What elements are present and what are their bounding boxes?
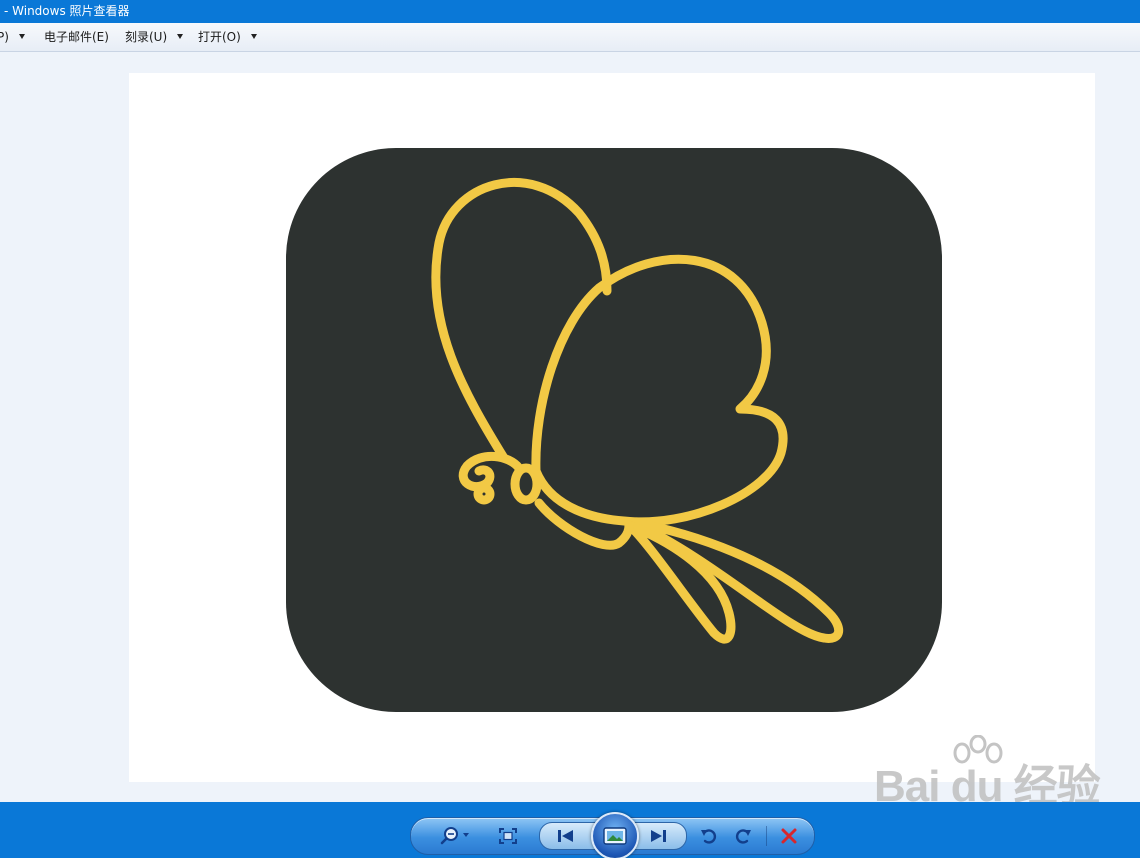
- menu-burn[interactable]: 刻录(U): [125, 23, 184, 51]
- rotate-left-icon: [701, 829, 717, 844]
- menu-email[interactable]: 电子邮件(E): [44, 23, 109, 51]
- previous-button[interactable]: [552, 826, 580, 846]
- displayed-photo: [129, 73, 1095, 782]
- actual-size-button[interactable]: [495, 825, 521, 847]
- menu-print[interactable]: P): [0, 23, 25, 51]
- magnifier-icon: [440, 827, 469, 845]
- chevron-down-icon: [18, 34, 25, 39]
- window-titlebar: - Windows 照片查看器: [0, 0, 1140, 23]
- control-separator: [766, 826, 767, 846]
- chevron-down-icon: [463, 833, 469, 837]
- menu-email-label: 电子邮件(E): [44, 30, 109, 44]
- previous-icon: [558, 830, 573, 842]
- menu-print-label: P): [0, 30, 9, 44]
- next-icon: [651, 830, 666, 842]
- rotate-counterclockwise-button[interactable]: [697, 825, 721, 847]
- slideshow-icon: [603, 827, 627, 845]
- menu-bar: P) 电子邮件(E) 刻录(U) 打开(O): [0, 23, 1140, 52]
- window-title: - Windows 照片查看器: [4, 4, 130, 18]
- zoom-button[interactable]: [436, 824, 476, 848]
- icon-background: [286, 148, 942, 712]
- delete-button[interactable]: [777, 825, 801, 847]
- rotate-right-icon: [735, 829, 751, 844]
- actual-size-icon: [499, 828, 517, 844]
- chevron-down-icon: [177, 34, 184, 39]
- next-button[interactable]: [644, 826, 672, 846]
- rotate-clockwise-button[interactable]: [731, 825, 755, 847]
- menu-open[interactable]: 打开(O): [198, 23, 257, 51]
- menu-open-label: 打开(O): [198, 30, 241, 44]
- chevron-down-icon: [250, 34, 257, 39]
- control-pill: [410, 812, 815, 858]
- menu-burn-label: 刻录(U): [125, 30, 168, 44]
- image-viewer-area[interactable]: [0, 52, 1140, 802]
- butterfly-app-icon: [286, 148, 942, 712]
- delete-icon: [781, 828, 797, 844]
- slideshow-button[interactable]: [591, 812, 639, 858]
- viewer-control-bar: [0, 802, 1140, 858]
